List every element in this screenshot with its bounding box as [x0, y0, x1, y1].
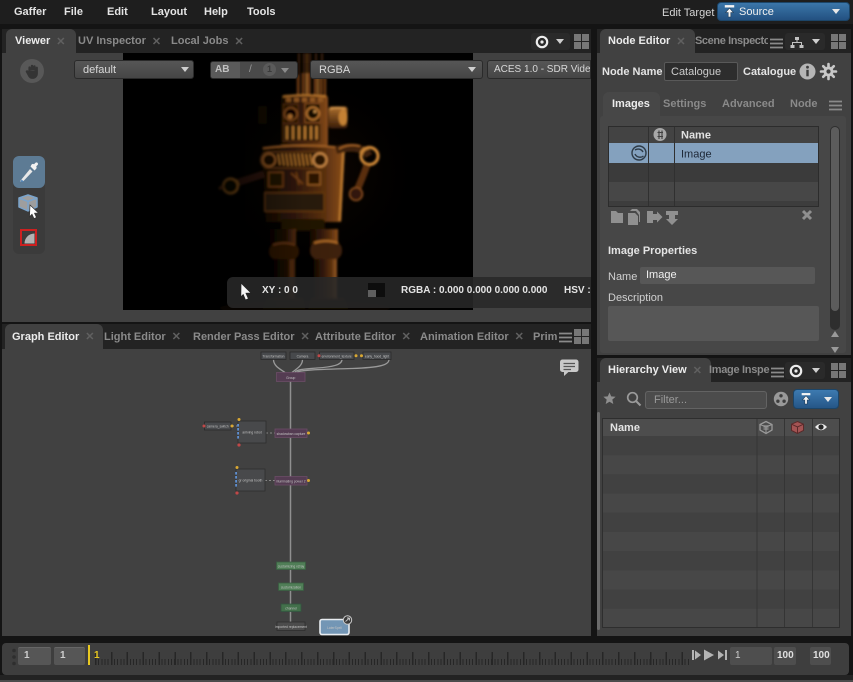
- svg-text:Group: Group: [286, 376, 295, 380]
- svg-text:environment_texture: environment_texture: [322, 354, 352, 358]
- svg-text:camera_switch: camera_switch: [207, 425, 229, 429]
- svg-text:customization: customization: [281, 586, 301, 590]
- svg-text:imported replacement: imported replacement: [275, 625, 307, 629]
- svg-text:channel: channel: [285, 607, 297, 611]
- svg-text:arriving robot: arriving robot: [242, 431, 261, 435]
- svg-text:shadowban capture: shadowban capture: [277, 432, 306, 436]
- svg-text:illuminating power 2: illuminating power 2: [276, 480, 305, 484]
- svg-text:LaterSpell: LaterSpell: [327, 626, 342, 630]
- svg-text:Camera: Camera: [297, 354, 309, 358]
- svg-text:Image: Image: [681, 149, 712, 161]
- svg-text:Name: Name: [681, 130, 711, 142]
- svg-text:customizing v2ray: customizing v2ray: [278, 565, 305, 569]
- svg-text:early_hood_light: early_hood_light: [365, 354, 389, 358]
- svg-text:Name: Name: [610, 422, 640, 434]
- svg-text:gr original booth: gr original booth: [239, 479, 263, 483]
- svg-text:Transformation: Transformation: [262, 354, 284, 358]
